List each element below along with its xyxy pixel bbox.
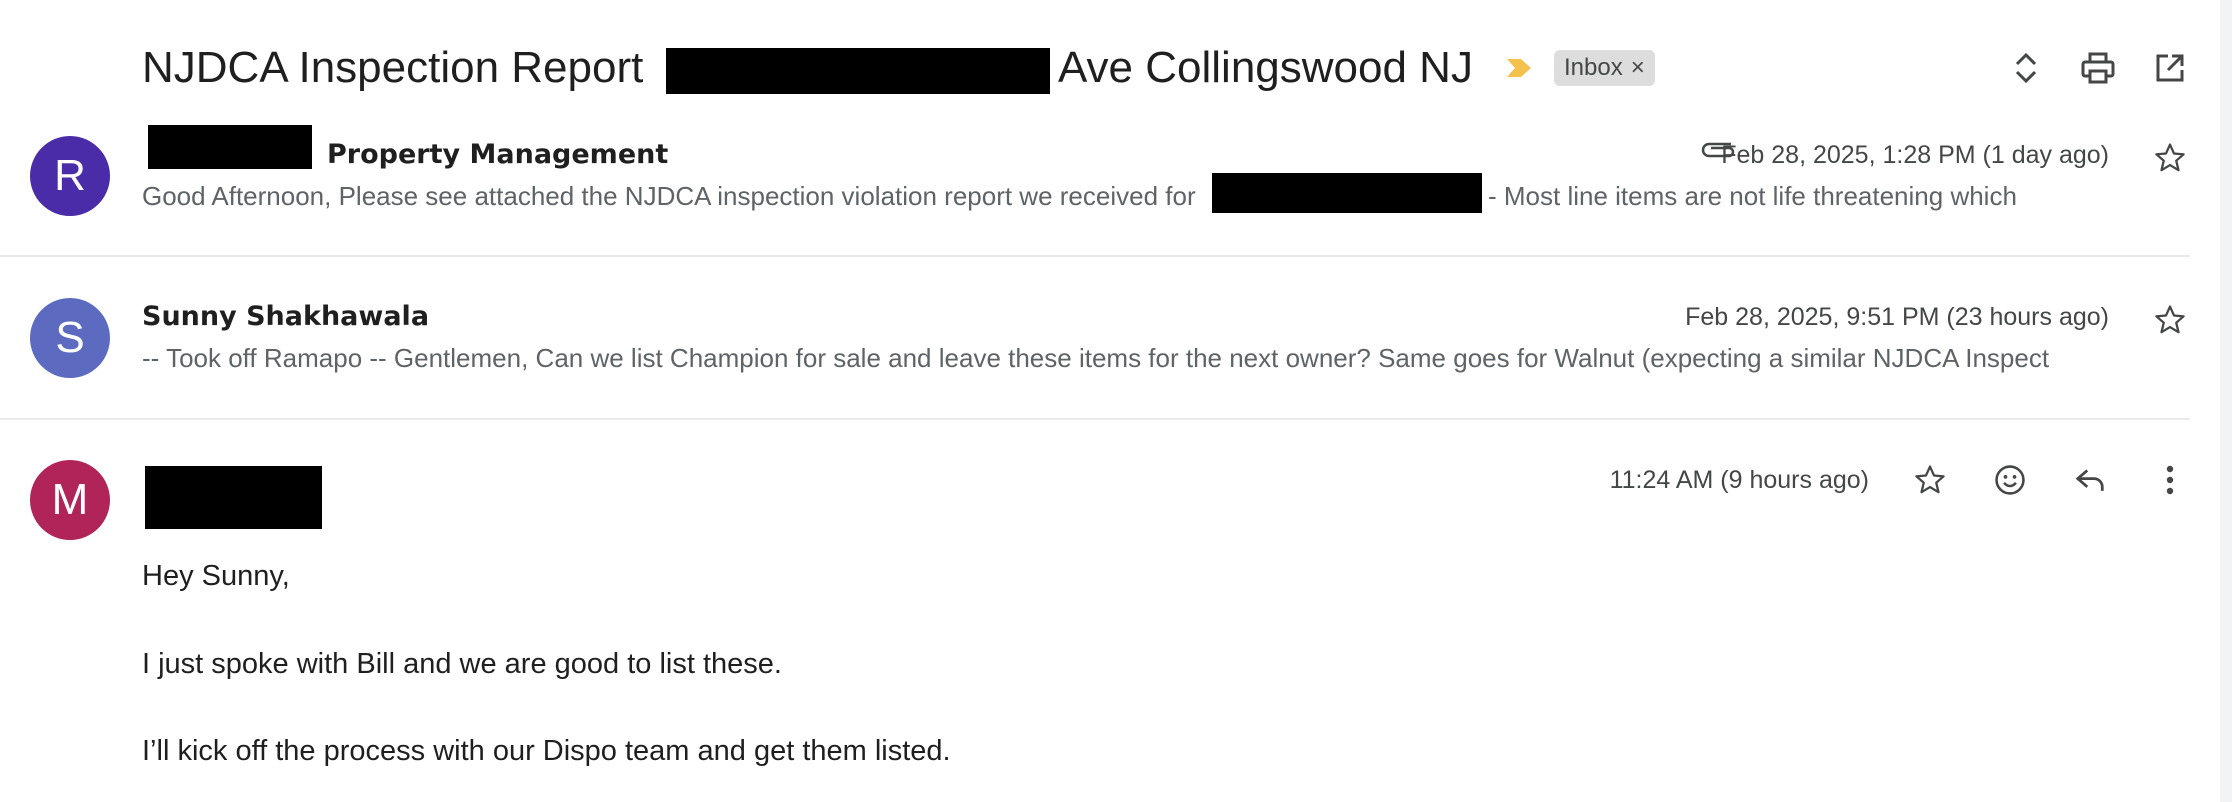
avatar-letter: M <box>51 475 89 524</box>
avatar-letter: R <box>54 151 86 200</box>
message-body-line: Hey Sunny, <box>142 560 290 592</box>
avatar: S <box>30 298 110 378</box>
message-body-line: I’ll kick off the process with our Dispo… <box>142 735 951 767</box>
message-date: Feb 28, 2025, 1:28 PM (1 day ago) <box>1721 141 2109 169</box>
message-date: 11:24 AM (9 hours ago) <box>1609 466 1869 494</box>
more-options-icon[interactable] <box>2150 460 2190 500</box>
message-snippet[interactable]: -- Took off Ramapo -- Gentlemen, Can we … <box>142 343 2049 374</box>
redacted-address-snippet <box>1212 173 1482 213</box>
subject-suffix-wrap: Ave Collingswood NJ <box>1058 38 1473 98</box>
message-date: Feb 28, 2025, 9:51 PM (23 hours ago) <box>1685 303 2109 331</box>
avatar: M <box>30 460 110 540</box>
open-in-new-window-icon[interactable] <box>2148 46 2192 90</box>
reply-icon[interactable] <box>2070 460 2110 500</box>
inbox-label-chip: Inbox × <box>1554 50 1655 86</box>
message-divider <box>0 418 2190 420</box>
star-icon[interactable] <box>2150 300 2190 340</box>
inbox-label-text: Inbox <box>1564 54 1623 81</box>
subject-prefix: NJDCA Inspection Report <box>142 43 644 92</box>
avatar-letter: S <box>55 313 85 362</box>
avatar: R <box>30 136 110 216</box>
redacted-sender-name <box>145 466 322 529</box>
sender-name[interactable]: Property Management <box>327 139 668 170</box>
star-icon[interactable] <box>2150 138 2190 178</box>
redacted-address <box>666 48 1050 94</box>
subject-suffix: Ave Collingswood NJ <box>1058 43 1473 92</box>
thread-subject: NJDCA Inspection Report <box>142 38 643 98</box>
redacted-sender-prefix <box>148 125 312 169</box>
scrollbar[interactable] <box>2220 0 2232 802</box>
importance-marker-icon[interactable] <box>1504 54 1534 82</box>
star-icon[interactable] <box>1910 460 1950 500</box>
message-divider <box>0 255 2190 257</box>
expand-all-icon[interactable] <box>2004 46 2048 90</box>
print-icon[interactable] <box>2076 46 2120 90</box>
emoji-reaction-icon[interactable] <box>1990 460 2030 500</box>
remove-label-icon[interactable]: × <box>1631 54 1645 82</box>
sender-name[interactable]: Sunny Shakhawala <box>142 301 429 332</box>
message-snippet-start[interactable]: Good Afternoon, Please see attached the … <box>142 181 1196 212</box>
message-body-line: I just spoke with Bill and we are good t… <box>142 648 782 680</box>
message-snippet-end[interactable]: - Most line items are not life threateni… <box>1488 181 2017 212</box>
